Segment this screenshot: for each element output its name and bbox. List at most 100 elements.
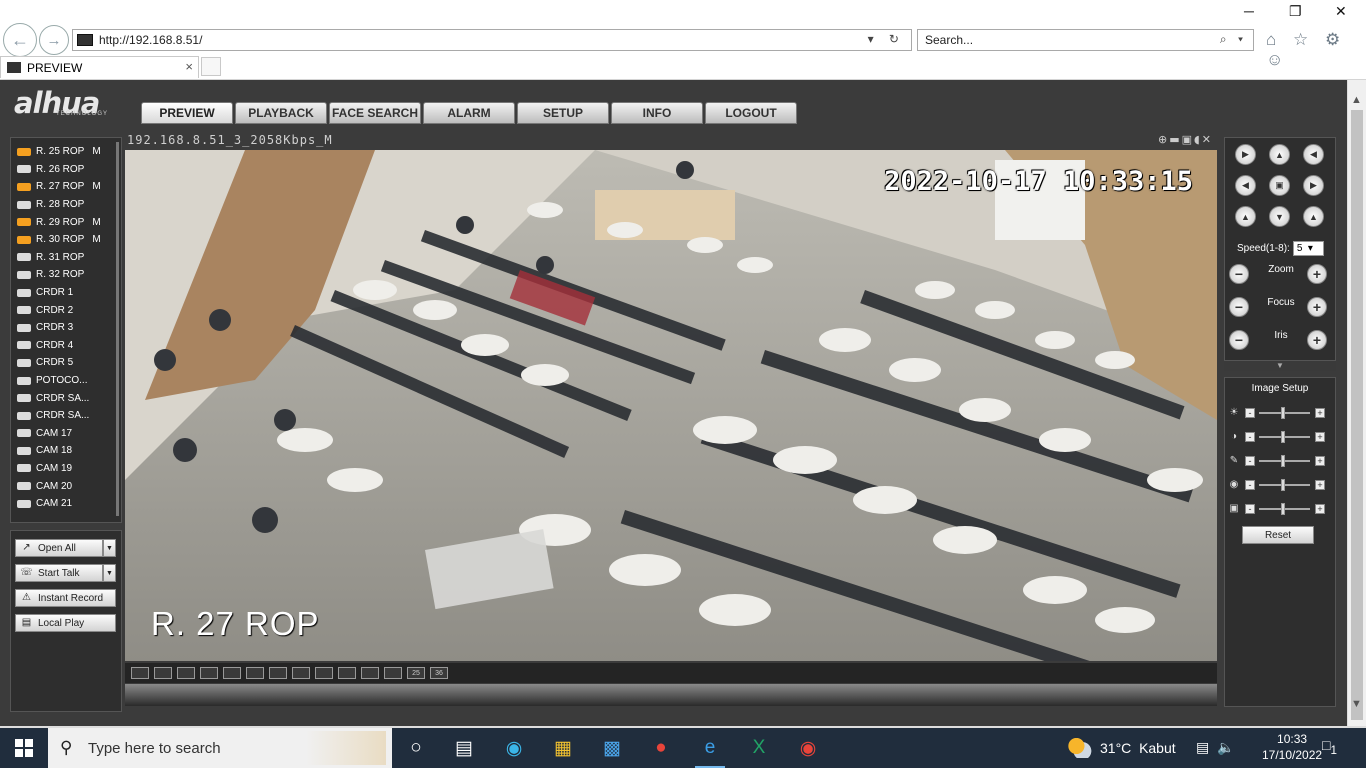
start-button[interactable] bbox=[0, 728, 48, 768]
store-icon[interactable]: ▩ bbox=[597, 734, 627, 762]
weather-widget[interactable]: 31°C Kabut bbox=[1068, 728, 1176, 768]
ptz-down-right-button[interactable]: ▲ bbox=[1303, 206, 1324, 227]
brightness-plus[interactable]: + bbox=[1315, 408, 1325, 418]
channel-item[interactable]: R. 25 ROP M bbox=[13, 143, 115, 161]
address-controls[interactable]: ▾ ↻ bbox=[868, 32, 905, 46]
layout-button[interactable] bbox=[269, 667, 287, 679]
sharpness-plus[interactable]: + bbox=[1315, 504, 1325, 514]
ptz-up-left-button[interactable]: ▶ bbox=[1235, 144, 1256, 165]
hue-minus[interactable]: - bbox=[1245, 480, 1255, 490]
channel-item[interactable]: CAM 21 bbox=[13, 495, 115, 513]
channel-item[interactable]: R. 30 ROP M bbox=[13, 231, 115, 249]
taskbar-search[interactable]: ⚲ Type here to search bbox=[48, 728, 392, 768]
channel-item[interactable]: R. 27 ROP M bbox=[13, 178, 115, 196]
network-icon[interactable]: ▤ bbox=[1196, 739, 1217, 755]
ptz-collapse-icon[interactable]: ▼ bbox=[1224, 361, 1336, 371]
layout-button[interactable] bbox=[131, 667, 149, 679]
menu-face-search[interactable]: FACE SEARCH bbox=[329, 102, 421, 124]
channel-item[interactable]: R. 26 ROP bbox=[13, 161, 115, 179]
focus-plus-button[interactable]: + bbox=[1307, 297, 1327, 317]
brightness-slider[interactable] bbox=[1281, 407, 1285, 419]
reset-button[interactable]: Reset bbox=[1242, 526, 1314, 544]
tab-preview[interactable]: PREVIEW × bbox=[0, 56, 199, 78]
channel-item[interactable]: CRDR SA... bbox=[13, 407, 115, 425]
menu-alarm[interactable]: ALARM bbox=[423, 102, 515, 124]
ptz-center-button[interactable]: ▣ bbox=[1269, 175, 1290, 196]
channel-item[interactable]: CRDR 4 bbox=[13, 337, 115, 355]
page-scrollbar[interactable]: ▲ ▼ bbox=[1347, 80, 1366, 726]
layout-button[interactable] bbox=[338, 667, 356, 679]
hue-plus[interactable]: + bbox=[1315, 480, 1325, 490]
contrast-minus[interactable]: - bbox=[1245, 432, 1255, 442]
sharpness-slider[interactable] bbox=[1281, 503, 1285, 515]
layout-button[interactable] bbox=[384, 667, 402, 679]
layout-button[interactable] bbox=[246, 667, 264, 679]
menu-setup[interactable]: SETUP bbox=[517, 102, 609, 124]
chrome-profile-icon[interactable]: ● bbox=[646, 734, 676, 762]
scroll-down-icon[interactable]: ▼ bbox=[1351, 698, 1362, 710]
channel-item[interactable]: R. 32 ROP bbox=[13, 266, 115, 284]
restore-button[interactable]: ❐ bbox=[1289, 3, 1302, 20]
start-talk-button[interactable]: ☏ Start Talk bbox=[15, 564, 103, 582]
layout-button[interactable] bbox=[200, 667, 218, 679]
tab-close-icon[interactable]: × bbox=[185, 59, 193, 74]
channel-item[interactable]: CRDR 5 bbox=[13, 354, 115, 372]
system-tray[interactable]: ▤🔈 bbox=[1196, 739, 1243, 756]
hue-slider[interactable] bbox=[1281, 479, 1285, 491]
channel-item[interactable]: R. 31 ROP bbox=[13, 249, 115, 267]
layout-button[interactable] bbox=[315, 667, 333, 679]
address-bar[interactable]: http://192.168.8.51/ ▾ ↻ bbox=[72, 29, 912, 51]
video-feed[interactable]: 2022-10-17 10:33:15 R. 27 ROP bbox=[125, 150, 1217, 661]
channel-item[interactable]: CAM 18 bbox=[13, 442, 115, 460]
close-window-button[interactable]: ✕ bbox=[1335, 3, 1347, 20]
contrast-plus[interactable]: + bbox=[1315, 432, 1325, 442]
instant-record-button[interactable]: ⚠ Instant Record bbox=[15, 589, 116, 607]
ptz-right-button[interactable]: ▶ bbox=[1303, 175, 1324, 196]
layout-button[interactable] bbox=[223, 667, 241, 679]
layout-button[interactable] bbox=[292, 667, 310, 679]
layout-button[interactable] bbox=[154, 667, 172, 679]
channel-item[interactable]: R. 28 ROP bbox=[13, 196, 115, 214]
zoom-in-button[interactable]: + bbox=[1307, 264, 1327, 284]
channel-item[interactable]: CAM 17 bbox=[13, 425, 115, 443]
layout-button[interactable]: 25 bbox=[407, 667, 425, 679]
toolbar-icons[interactable]: ⌂ ☆ ⚙ ☺ bbox=[1266, 30, 1366, 70]
volume-icon[interactable]: 🔈 bbox=[1217, 739, 1242, 755]
sharpness-minus[interactable]: - bbox=[1245, 504, 1255, 514]
excel-icon[interactable]: X bbox=[744, 734, 774, 762]
saturation-minus[interactable]: - bbox=[1245, 456, 1255, 466]
channel-list-scrollbar[interactable] bbox=[116, 142, 119, 516]
ptz-up-right-button[interactable]: ◀ bbox=[1303, 144, 1324, 165]
channel-item[interactable]: CAM 20 bbox=[13, 477, 115, 495]
ptz-up-button[interactable]: ▲ bbox=[1269, 144, 1290, 165]
ptz-left-button[interactable]: ◀ bbox=[1235, 175, 1256, 196]
forward-button[interactable]: → bbox=[39, 25, 69, 55]
chrome-icon[interactable]: ◉ bbox=[793, 734, 823, 762]
layout-button[interactable]: 36 bbox=[430, 667, 448, 679]
internet-explorer-icon[interactable]: e bbox=[695, 734, 725, 768]
layout-button[interactable] bbox=[361, 667, 379, 679]
zoom-out-button[interactable]: − bbox=[1229, 264, 1249, 284]
focus-minus-button[interactable]: − bbox=[1229, 297, 1249, 317]
cortana-icon[interactable]: ○ bbox=[401, 734, 431, 762]
channel-item[interactable]: CAM 19 bbox=[13, 460, 115, 478]
channel-item[interactable]: R. 29 ROP M bbox=[13, 213, 115, 231]
channel-item[interactable]: CRDR 3 bbox=[13, 319, 115, 337]
layout-button[interactable] bbox=[177, 667, 195, 679]
saturation-plus[interactable]: + bbox=[1315, 456, 1325, 466]
open-all-dropdown[interactable]: ▼ bbox=[103, 539, 116, 557]
minimize-button[interactable]: ─ bbox=[1244, 3, 1254, 19]
contrast-slider[interactable] bbox=[1281, 431, 1285, 443]
edge-icon[interactable]: ◉ bbox=[499, 734, 529, 762]
local-play-button[interactable]: ▤ Local Play bbox=[15, 614, 116, 632]
channel-item[interactable]: POTOCO... bbox=[13, 372, 115, 390]
video-tools[interactable]: ⊕▬▣◖✕ bbox=[1158, 133, 1213, 146]
system-clock[interactable]: 10:33 17/10/2022 bbox=[1262, 731, 1322, 763]
menu-logout[interactable]: LOGOUT bbox=[705, 102, 797, 124]
iris-minus-button[interactable]: − bbox=[1229, 330, 1249, 350]
scrollbar-thumb[interactable] bbox=[1351, 110, 1363, 720]
brightness-minus[interactable]: - bbox=[1245, 408, 1255, 418]
channel-item[interactable]: CRDR 2 bbox=[13, 301, 115, 319]
channel-item[interactable]: CRDR 1 bbox=[13, 284, 115, 302]
menu-preview[interactable]: PREVIEW bbox=[141, 102, 233, 124]
